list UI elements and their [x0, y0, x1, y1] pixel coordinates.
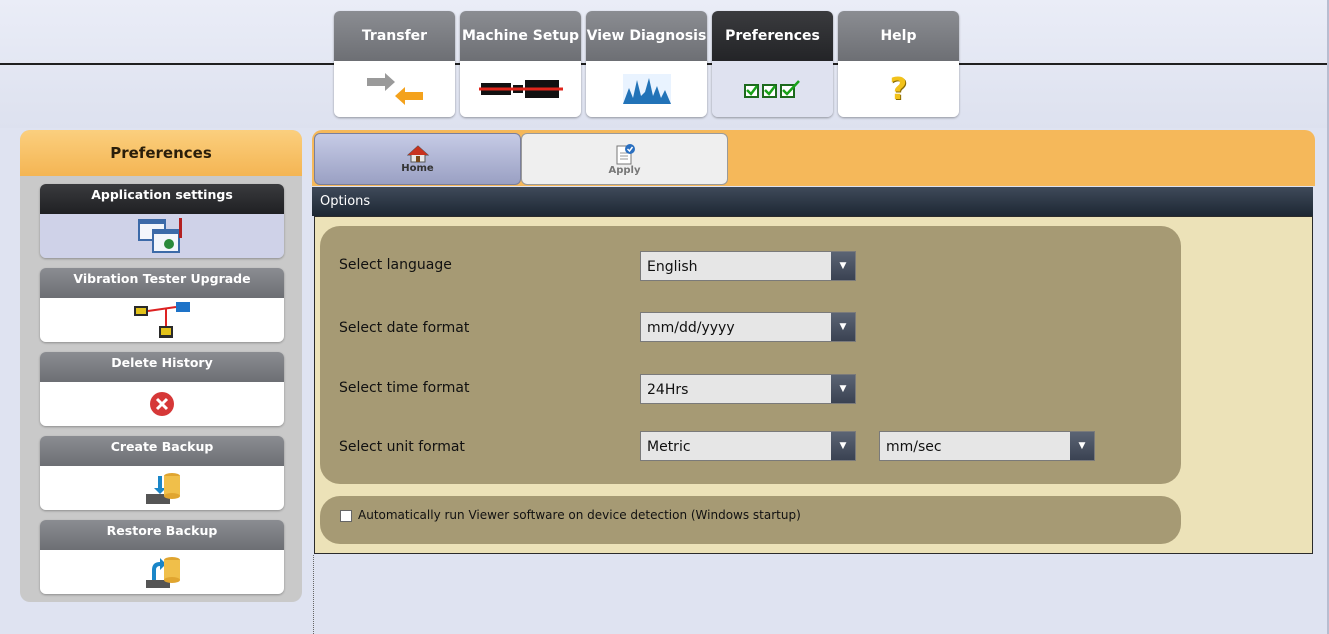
transfer-icon: [366, 73, 423, 105]
sidebar-item-restore-backup[interactable]: Restore Backup: [40, 520, 284, 594]
diagnosis-chart-icon: [622, 74, 671, 104]
tab-label: Help: [838, 11, 959, 61]
home-label: Home: [401, 162, 434, 174]
tab-preferences[interactable]: Preferences: [712, 11, 833, 117]
sidebar-item-label: Application settings: [40, 184, 284, 214]
checkboxes-icon: [743, 80, 800, 98]
time-format-value: 24Hrs: [647, 382, 689, 398]
chevron-down-icon[interactable]: ▼: [1070, 432, 1094, 460]
apply-label: Apply: [608, 164, 641, 176]
date-format-label: Select date format: [339, 320, 470, 336]
action-toolbar: Home Apply: [312, 130, 1315, 186]
question-icon: ?: [889, 71, 908, 107]
sidebar-item-create-backup[interactable]: Create Backup: [40, 436, 284, 510]
sidebar: Preferences Application settings Vibrati…: [20, 130, 302, 602]
tab-label: Machine Setup: [460, 11, 581, 61]
tab-label: View Diagnosis: [586, 11, 707, 61]
divider: [313, 555, 315, 634]
tab-transfer[interactable]: Transfer: [334, 11, 455, 117]
tab-label: Preferences: [712, 11, 833, 61]
chevron-down-icon[interactable]: ▼: [831, 252, 855, 280]
chevron-down-icon[interactable]: ▼: [831, 432, 855, 460]
tab-help[interactable]: Help ?: [838, 11, 959, 117]
unit-format-select[interactable]: Metric ▼: [640, 431, 856, 461]
device-upgrade-icon: [134, 302, 190, 338]
language-select[interactable]: English ▼: [640, 251, 856, 281]
autorun-label: Automatically run Viewer software on dev…: [358, 508, 801, 522]
options-header: Options: [312, 187, 1313, 216]
time-format-select[interactable]: 24Hrs ▼: [640, 374, 856, 404]
sidebar-item-label: Restore Backup: [40, 520, 284, 550]
unit-format-value: Metric: [647, 439, 691, 455]
unit-format-label: Select unit format: [339, 439, 465, 455]
velocity-unit-select[interactable]: mm/sec ▼: [879, 431, 1095, 461]
machine-setup-icon: [478, 80, 563, 98]
application-settings-icon: [138, 218, 182, 253]
time-format-label: Select time format: [339, 380, 470, 396]
language-label: Select language: [339, 257, 452, 273]
language-value: English: [647, 259, 698, 275]
chevron-down-icon[interactable]: ▼: [831, 313, 855, 341]
tab-label: Transfer: [334, 11, 455, 61]
autorun-checkbox[interactable]: [340, 510, 352, 522]
apply-icon: [616, 143, 635, 164]
sidebar-item-application-settings[interactable]: Application settings: [40, 184, 284, 258]
sidebar-item-delete-history[interactable]: Delete History: [40, 352, 284, 426]
sidebar-item-vibration-tester-upgrade[interactable]: Vibration Tester Upgrade: [40, 268, 284, 342]
sidebar-item-label: Vibration Tester Upgrade: [40, 268, 284, 298]
delete-icon: [150, 392, 174, 416]
date-format-select[interactable]: mm/dd/yyyy ▼: [640, 312, 856, 342]
sidebar-item-label: Create Backup: [40, 436, 284, 466]
sidebar-title: Preferences: [20, 130, 302, 176]
create-backup-icon: [146, 473, 180, 504]
chevron-down-icon[interactable]: ▼: [831, 375, 855, 403]
tab-machine-setup[interactable]: Machine Setup: [460, 11, 581, 117]
restore-backup-icon: [146, 557, 180, 588]
tab-view-diagnosis[interactable]: View Diagnosis: [586, 11, 707, 117]
home-icon: [406, 144, 429, 162]
date-format-value: mm/dd/yyyy: [647, 320, 735, 336]
apply-button[interactable]: Apply: [521, 133, 728, 185]
velocity-unit-value: mm/sec: [886, 439, 942, 455]
home-button[interactable]: Home: [314, 133, 521, 185]
sidebar-item-label: Delete History: [40, 352, 284, 382]
